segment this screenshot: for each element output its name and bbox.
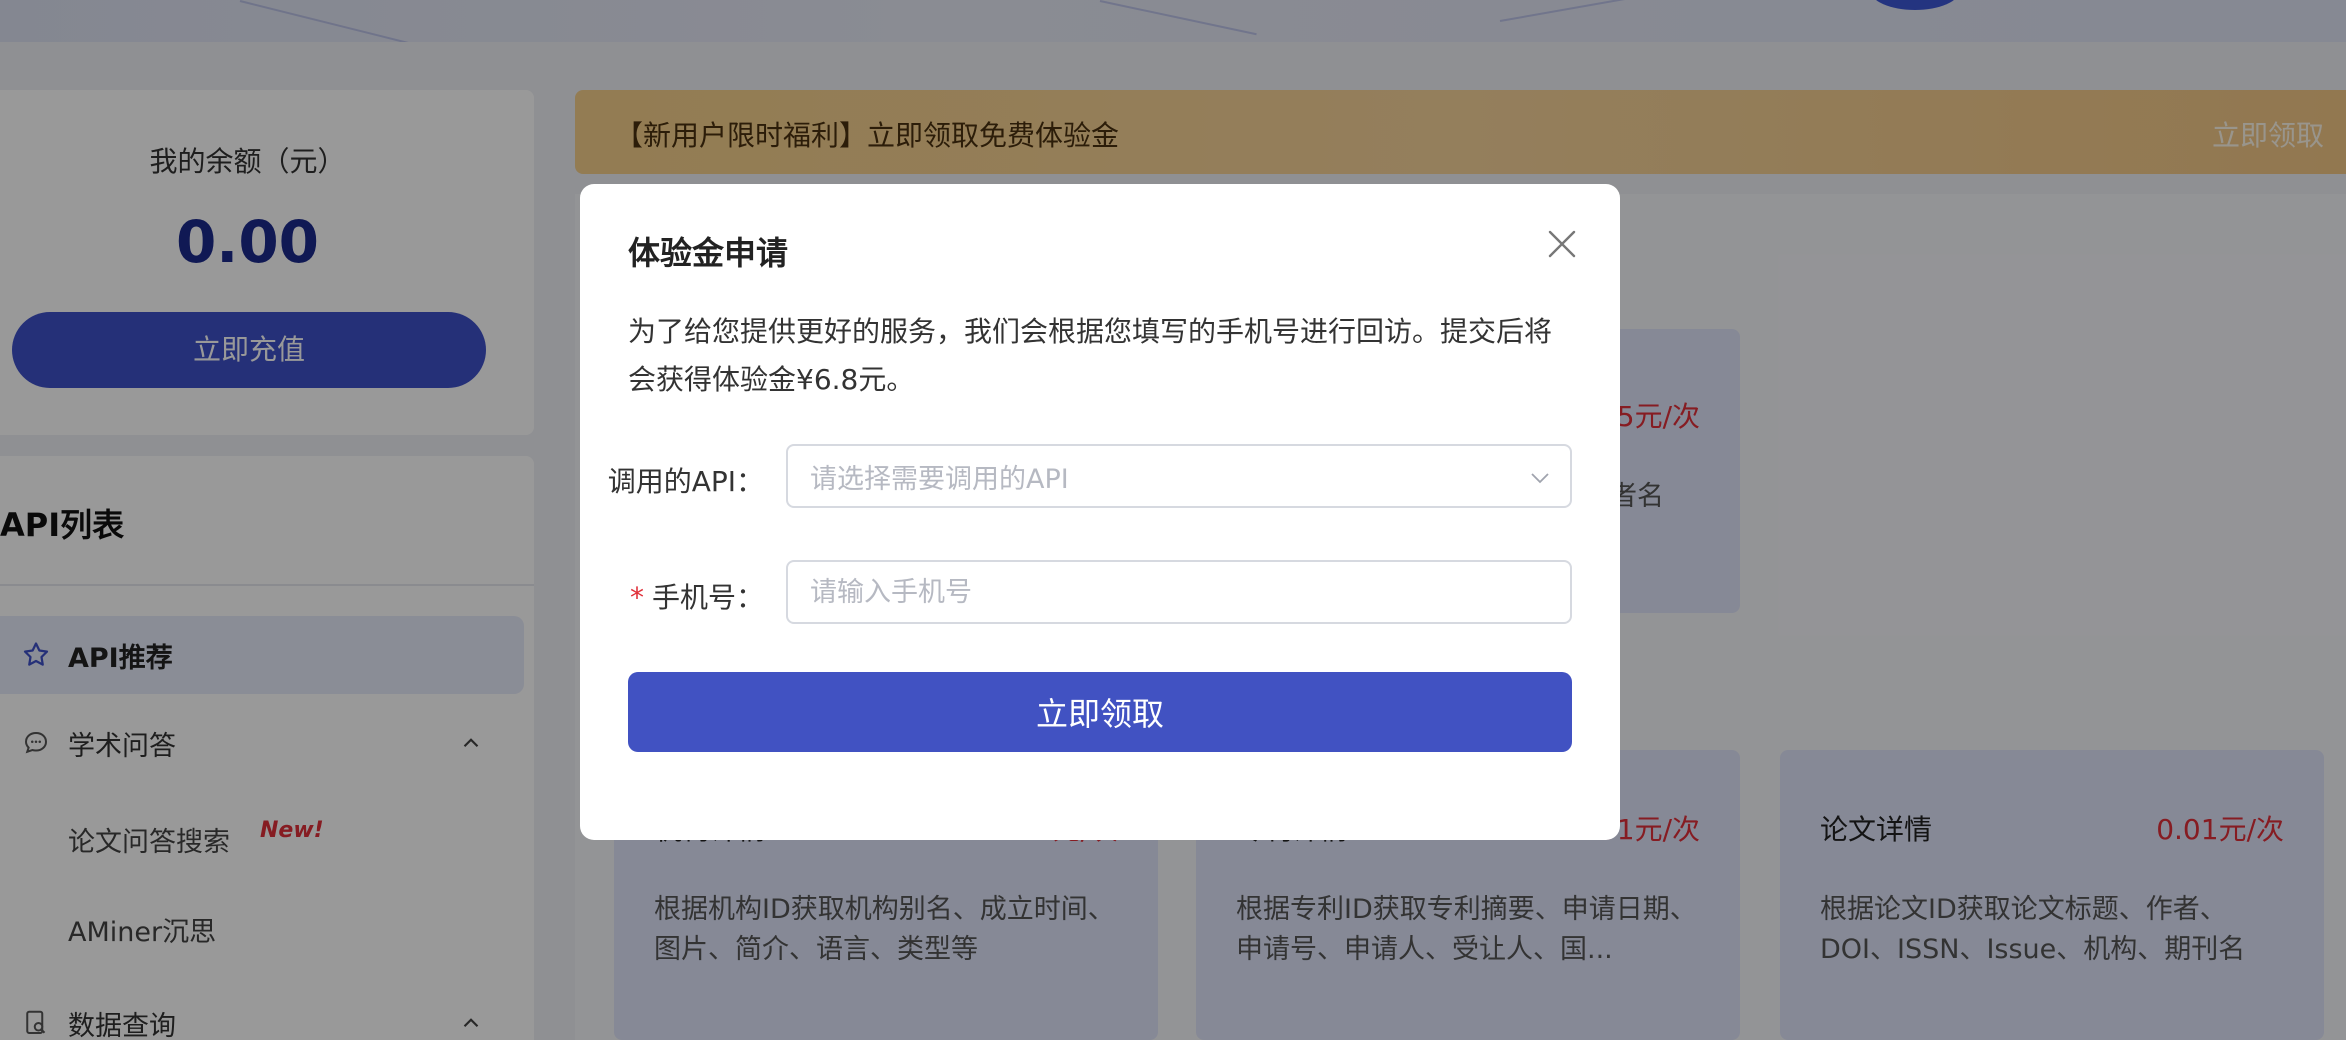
- modal-description: 为了给您提供更好的服务，我们会根据您填写的手机号进行回访。提交后将会获得体验金¥…: [628, 315, 1553, 396]
- api-select-row: 调用的API： 请选择需要调用的API: [608, 444, 1572, 508]
- close-icon[interactable]: [1542, 224, 1582, 264]
- api-select-label: 调用的API：: [607, 465, 764, 498]
- phone-input[interactable]: [786, 560, 1572, 624]
- modal-title: 体验金申请: [628, 234, 789, 272]
- phone-label-text: 手机号：: [651, 581, 764, 614]
- claim-submit-button[interactable]: 立即领取: [628, 672, 1572, 752]
- chevron-down-icon: [1528, 466, 1552, 497]
- api-select-placeholder: 请选择需要调用的API: [810, 463, 1069, 495]
- phone-row: * 手机号：: [628, 560, 1572, 624]
- api-select[interactable]: 请选择需要调用的API: [786, 444, 1572, 508]
- required-mark: *: [629, 581, 644, 614]
- phone-label: * 手机号：: [630, 576, 764, 616]
- trial-credit-modal: 体验金申请 为了给您提供更好的服务，我们会根据您填写的手机号进行回访。提交后将会…: [580, 184, 1620, 840]
